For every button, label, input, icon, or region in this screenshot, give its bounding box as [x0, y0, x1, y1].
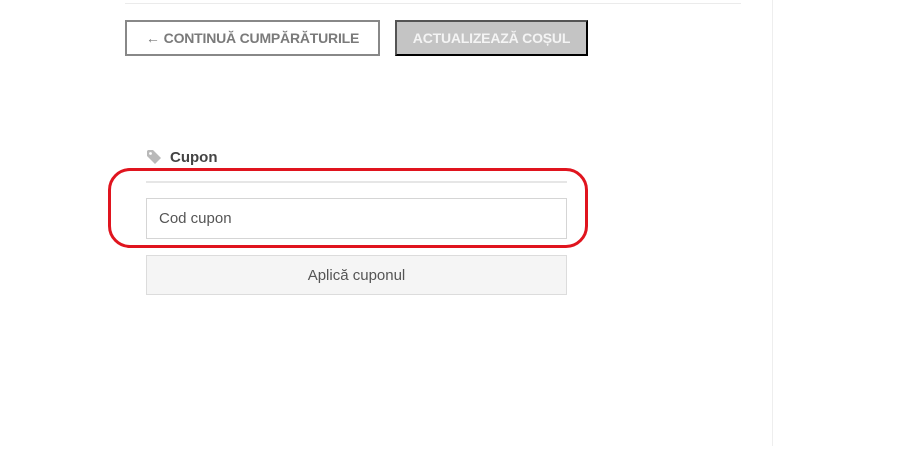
update-cart-label: ACTUALIZEAZĂ COȘUL	[412, 30, 571, 46]
coupon-heading: Cupon	[146, 146, 217, 168]
continue-shopping-button[interactable]: ← CONTINUĂ CUMPĂRĂTURILE	[125, 20, 380, 56]
tag-icon	[146, 149, 162, 165]
apply-coupon-button[interactable]: Aplică cuponul	[146, 255, 567, 295]
sidebar-divider	[772, 0, 773, 446]
arrow-left-icon: ←	[145, 30, 160, 46]
coupon-divider	[146, 181, 567, 183]
apply-coupon-label: Aplică cuponul	[307, 266, 406, 284]
top-divider	[125, 3, 741, 4]
coupon-title: Cupon	[170, 148, 218, 166]
coupon-code-input[interactable]	[146, 198, 567, 239]
cart-page: ← CONTINUĂ CUMPĂRĂTURILE ACTUALIZEAZĂ CO…	[0, 0, 900, 450]
update-cart-button[interactable]: ACTUALIZEAZĂ COȘUL	[395, 20, 588, 56]
continue-shopping-label: CONTINUĂ CUMPĂRĂTURILE	[163, 30, 360, 46]
